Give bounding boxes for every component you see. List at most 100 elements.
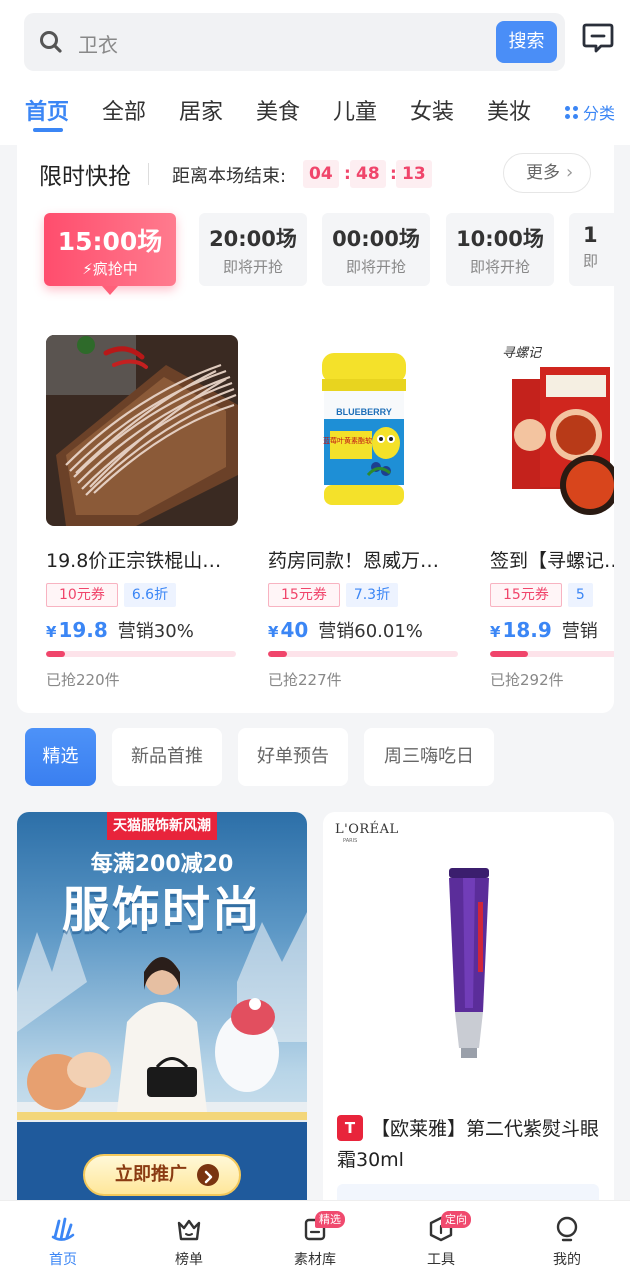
promo-banner-card[interactable]: 天猫服饰新风潮 每满200减20 服饰时尚 立即推广 xyxy=(17,812,307,1212)
session-item[interactable]: 00:00场 即将开抢 xyxy=(322,213,430,286)
tab-home[interactable]: 首页 xyxy=(25,94,69,126)
session-item[interactable]: 20:00场 即将开抢 xyxy=(199,213,307,286)
tab-kids[interactable]: 儿童 xyxy=(333,94,377,126)
session-item[interactable]: 1 即 xyxy=(569,213,614,286)
product-price-row: ¥19.8 营销30% xyxy=(46,618,194,642)
product-price: 19.8 xyxy=(58,618,108,642)
nav-tools[interactable]: 定向 工具 xyxy=(401,1211,481,1269)
product-image-snail-noodles: 寻螺记 xyxy=(490,335,614,526)
sale-progress-fill xyxy=(46,651,65,657)
active-tab-indicator xyxy=(33,128,63,132)
product-sales: 营销30% xyxy=(117,621,194,642)
countdown-minutes: 48 xyxy=(350,160,386,188)
product-name: 药房同款！恩威万… xyxy=(268,550,440,572)
more-button[interactable]: 更多 › xyxy=(503,153,591,193)
session-item-active[interactable]: 15:00场 ⚡疯抢中 xyxy=(44,213,176,295)
chip-new-arrivals[interactable]: 新品首推 xyxy=(112,728,222,786)
session-status: 即将开抢 xyxy=(222,258,283,276)
session-list: 15:00场 ⚡疯抢中 20:00场 即将开抢 00:00场 即将开抢 10:0… xyxy=(17,213,614,303)
svg-text:BLUEBERRY: BLUEBERRY xyxy=(336,407,392,417)
lightning-icon: ⚡ xyxy=(82,260,93,278)
feed-filter-chips: 精选 新品首推 好单预告 周三嗨吃日 xyxy=(0,728,630,788)
grid-icon xyxy=(565,106,579,120)
chevron-right-icon: › xyxy=(566,162,574,183)
nav-label: 我的 xyxy=(553,1252,581,1268)
tab-all[interactable]: 全部 xyxy=(102,94,146,126)
chip-wednesday-food-day[interactable]: 周三嗨吃日 xyxy=(364,728,494,786)
product-card[interactable]: BLUEBERRY 蓝莓叶黄素酯软糖 药房同款！恩威万… 15元券 7.3折 ¥4… xyxy=(268,335,460,690)
tab-home-living[interactable]: 居家 xyxy=(179,94,223,126)
flash-product-list: 19.8价正宗铁棍山… 10元券 6.6折 ¥19.8 营销30% 已抢220件 B… xyxy=(17,335,614,695)
nav-label: 首页 xyxy=(49,1252,77,1268)
tmall-badge-icon: T xyxy=(337,1115,363,1141)
product-card[interactable]: 寻螺记 签到【寻螺记… 15元券 5 ¥18.9 营销 已抢292件 xyxy=(490,335,614,690)
search-bar[interactable]: 卫衣 搜索 xyxy=(24,13,565,71)
category-label: 分类 xyxy=(583,104,616,123)
chip-deal-preview[interactable]: 好单预告 xyxy=(238,728,348,786)
discount-badge: 6.6折 xyxy=(123,583,177,607)
flash-sale-title: 限时快抢 xyxy=(39,164,131,190)
product-image-bottle: BLUEBERRY 蓝莓叶黄素酯软糖 xyxy=(268,335,460,526)
ranking-icon xyxy=(177,1219,201,1241)
sold-count: 已抢227件 xyxy=(268,671,342,689)
bottom-navigation: 首页 榜单 精选 素材库 定向 工具 我的 xyxy=(0,1200,630,1280)
product-name: 签到【寻螺记… xyxy=(490,550,614,572)
sale-progress-bar xyxy=(268,651,458,657)
session-time: 1 xyxy=(583,223,598,247)
nav-badge: 定向 xyxy=(441,1211,471,1228)
tmall-fashion-tag: 天猫服饰新风潮 xyxy=(107,812,217,840)
discount-badge: 5 xyxy=(567,583,593,607)
profile-icon xyxy=(556,1216,578,1242)
promote-now-label: 立即推广 xyxy=(115,1164,187,1185)
chip-featured[interactable]: 精选 xyxy=(25,728,96,786)
session-pointer xyxy=(102,286,118,295)
message-icon[interactable] xyxy=(582,22,614,54)
promote-now-button[interactable]: 立即推广 xyxy=(83,1154,241,1196)
product-sales: 营销 xyxy=(561,621,598,642)
sale-progress-bar xyxy=(46,651,236,657)
session-item[interactable]: 10:00场 即将开抢 xyxy=(446,213,554,286)
sale-progress-bar xyxy=(490,651,614,657)
home-icon xyxy=(51,1217,75,1241)
nav-material-library[interactable]: 精选 素材库 xyxy=(275,1211,355,1269)
search-button[interactable]: 搜索 xyxy=(496,21,557,63)
discount-badge: 7.3折 xyxy=(345,583,399,607)
nav-profile[interactable]: 我的 xyxy=(527,1215,607,1269)
product-image-noodles xyxy=(46,335,238,526)
countdown-seconds: 13 xyxy=(396,160,432,188)
product-name: 19.8价正宗铁棍山… xyxy=(46,550,222,572)
divider xyxy=(148,163,149,185)
nav-label: 素材库 xyxy=(294,1252,336,1268)
eye-cream-image xyxy=(449,868,489,1058)
session-time: 20:00场 xyxy=(209,227,297,251)
tab-womens[interactable]: 女装 xyxy=(410,94,454,126)
countdown-label: 距离本场结束: xyxy=(172,166,287,187)
session-time: 00:00场 xyxy=(332,227,420,251)
product-price: 40 xyxy=(280,618,309,642)
product-sales: 营销60.01% xyxy=(318,621,423,642)
sale-progress-fill xyxy=(490,651,528,657)
category-button[interactable]: 分类 xyxy=(565,100,615,124)
product-card[interactable]: 19.8价正宗铁棍山… 10元券 6.6折 ¥19.8 营销30% 已抢220件 xyxy=(46,335,238,690)
tab-food[interactable]: 美食 xyxy=(256,94,300,126)
nav-badge: 精选 xyxy=(315,1211,345,1228)
promo-headline: 服饰时尚 xyxy=(61,882,262,938)
session-time: 10:00场 xyxy=(456,227,544,251)
product-price: 18.9 xyxy=(502,618,552,642)
svg-text:蓝莓叶黄素酯软糖: 蓝莓叶黄素酯软糖 xyxy=(323,436,379,445)
sold-count: 已抢292件 xyxy=(490,671,564,689)
session-status: 即将开抢 xyxy=(469,258,530,276)
nav-ranking[interactable]: 榜单 xyxy=(149,1215,229,1269)
nav-label: 榜单 xyxy=(175,1252,203,1268)
search-icon xyxy=(40,31,62,53)
product-feed-card[interactable]: L'ORÉAL PARIS T 【欧莱雅】第二代紫熨斗眼霜30ml xyxy=(323,812,614,1212)
category-tabs: 首页 全部 居家 美食 儿童 女装 美妆 分类 xyxy=(0,90,630,140)
nav-home[interactable]: 首页 xyxy=(23,1215,103,1269)
svg-text:寻螺记: 寻螺记 xyxy=(502,346,543,361)
nav-label: 工具 xyxy=(427,1252,455,1268)
search-placeholder[interactable]: 卫衣 xyxy=(78,29,118,58)
product-price-row: ¥40 营销60.01% xyxy=(268,618,423,642)
tab-beauty[interactable]: 美妆 xyxy=(487,94,531,126)
session-status: 即将开抢 xyxy=(345,258,406,276)
flash-sale-section: 限时快抢 距离本场结束: 04 : 48 : 13 更多 › 15:00场 ⚡疯抢… xyxy=(17,145,614,713)
